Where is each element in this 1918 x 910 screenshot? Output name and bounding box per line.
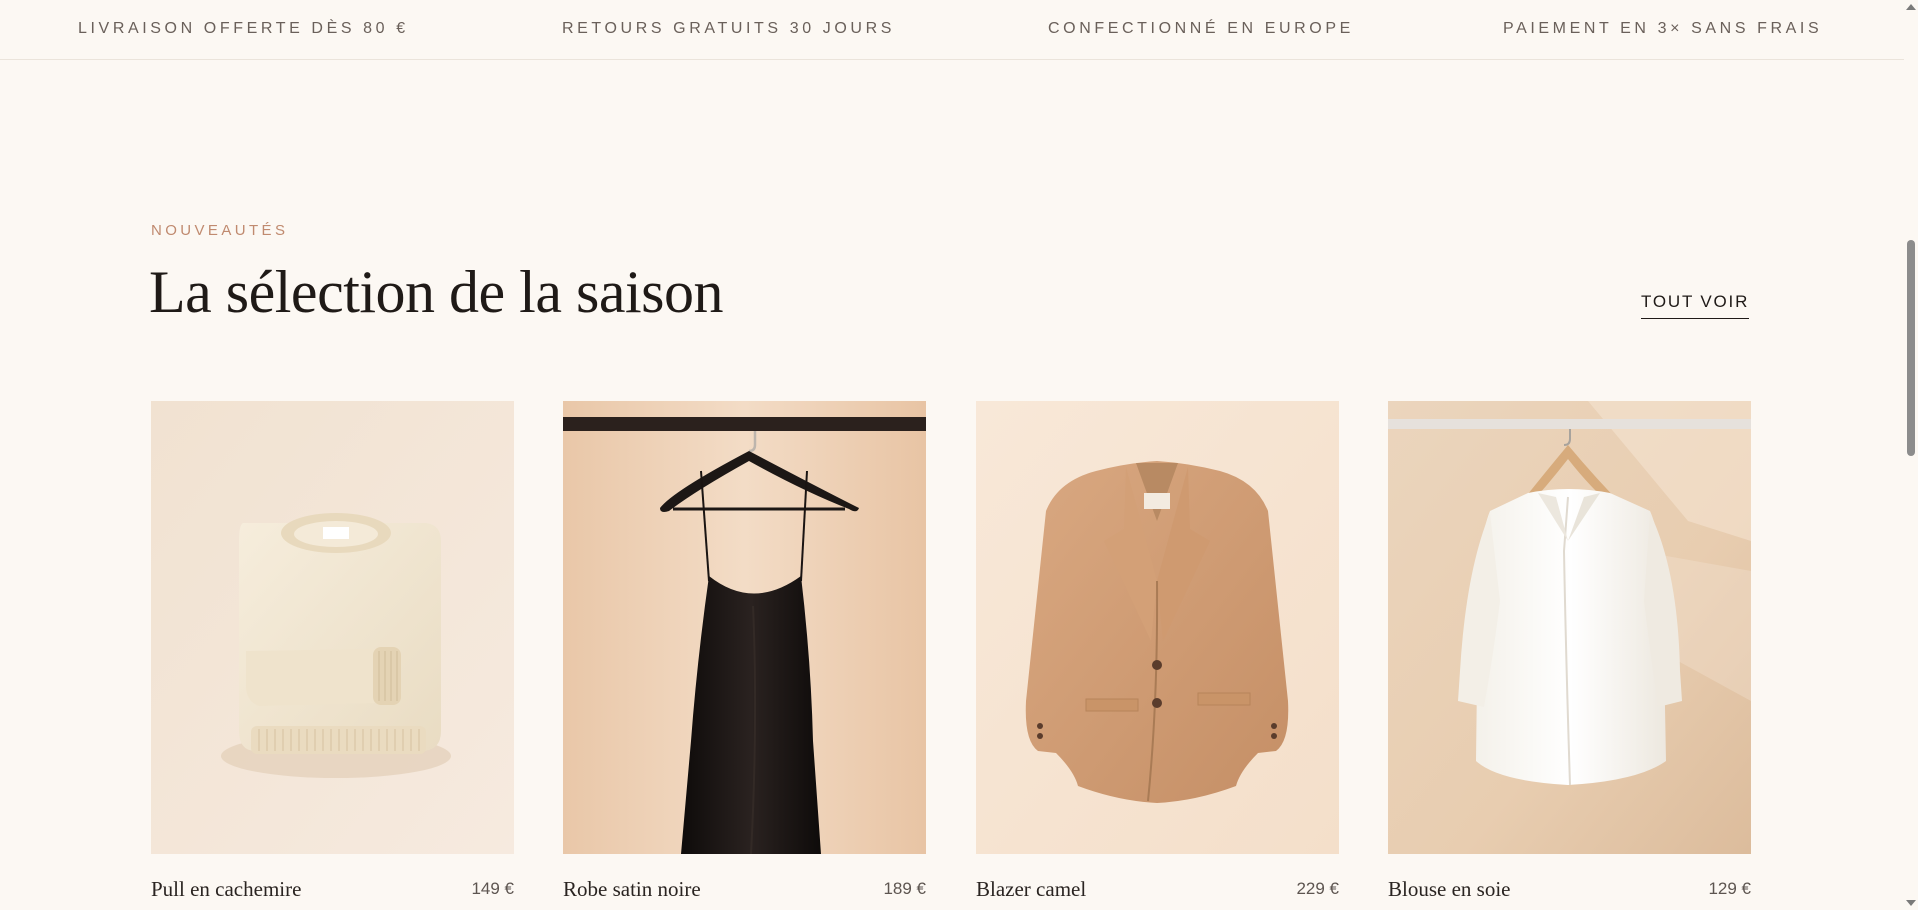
- product-card[interactable]: Robe satin noire 189 €: [563, 401, 926, 910]
- product-image[interactable]: [976, 401, 1339, 854]
- product-card[interactable]: Blouse en soie 129 €: [1388, 401, 1751, 910]
- section-eyebrow: NOUVEAUTÉS: [151, 222, 289, 239]
- benefit-free-shipping: LIVRAISON OFFERTE DÈS 80 €: [78, 20, 409, 37]
- product-name[interactable]: Blazer camel: [976, 877, 1086, 902]
- benefit-installment-payment: PAIEMENT EN 3× SANS FRAIS: [1503, 20, 1823, 37]
- scroll-up-arrow-icon[interactable]: [1906, 4, 1916, 10]
- product-info: Blouse en soie 129 €: [1388, 877, 1751, 910]
- product-image[interactable]: [151, 401, 514, 854]
- product-image[interactable]: [1388, 401, 1751, 854]
- product-info: Blazer camel 229 €: [976, 877, 1339, 910]
- scrollbar-thumb[interactable]: [1907, 240, 1915, 456]
- silk-blouse-image: [1388, 401, 1751, 854]
- product-price: 149 €: [471, 879, 514, 898]
- product-price: 129 €: [1708, 879, 1751, 898]
- benefit-made-in-europe: CONFECTIONNÉ EN EUROPE: [1048, 20, 1354, 37]
- see-all-link[interactable]: TOUT VOIR: [1641, 292, 1750, 319]
- cream-sweater-image: [151, 401, 514, 854]
- product-name[interactable]: Robe satin noire: [563, 877, 701, 902]
- scroll-down-arrow-icon[interactable]: [1906, 900, 1916, 906]
- section-title: La sélection de la saison: [149, 259, 723, 325]
- product-info: Pull en cachemire 149 €: [151, 877, 514, 910]
- camel-blazer-image: [976, 401, 1339, 854]
- page-scrollbar[interactable]: [1904, 0, 1918, 910]
- product-card[interactable]: Pull en cachemire 149 €: [151, 401, 514, 910]
- benefits-bar: LIVRAISON OFFERTE DÈS 80 € RETOURS GRATU…: [0, 0, 1904, 60]
- black-satin-dress-image: [563, 401, 926, 854]
- product-price: 189 €: [883, 879, 926, 898]
- product-price: 229 €: [1296, 879, 1339, 898]
- product-name[interactable]: Blouse en soie: [1388, 877, 1510, 902]
- product-image[interactable]: [563, 401, 926, 854]
- product-card[interactable]: Blazer camel 229 €: [976, 401, 1339, 910]
- product-name[interactable]: Pull en cachemire: [151, 877, 301, 902]
- benefit-free-returns: RETOURS GRATUITS 30 JOURS: [562, 20, 895, 37]
- product-info: Robe satin noire 189 €: [563, 877, 926, 910]
